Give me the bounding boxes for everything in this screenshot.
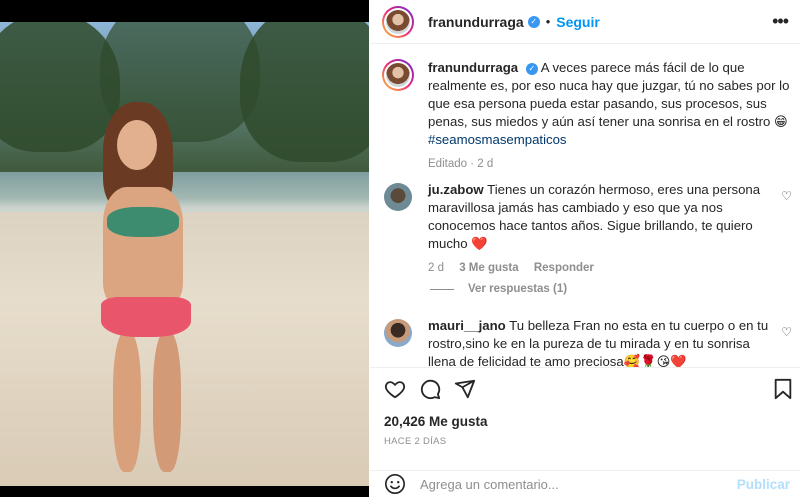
like-comment-heart-icon[interactable]: ♡ (781, 325, 792, 339)
person-figure (95, 102, 205, 482)
author-username[interactable]: franundurraga (428, 14, 524, 30)
commenter-avatar[interactable] (384, 183, 412, 211)
caption-hashtag[interactable]: #seamosmasempaticos (428, 132, 567, 147)
more-options-icon[interactable]: ••• (772, 12, 789, 30)
caption-username[interactable]: franundurraga (428, 60, 518, 75)
commenter-avatar[interactable] (384, 319, 412, 347)
action-bar (370, 367, 800, 413)
post-image[interactable] (0, 22, 369, 486)
likes-count[interactable]: 20,426 Me gusta (384, 414, 488, 429)
follow-button[interactable]: Seguir (556, 14, 600, 30)
comments-section[interactable]: franundurraga ✓ A veces parece más fácil… (370, 45, 800, 367)
comment-meta: 2 d 3 Me gusta Responder (428, 259, 778, 277)
like-comment-heart-icon[interactable]: ♡ (781, 189, 792, 203)
publish-button[interactable]: Publicar (737, 477, 790, 492)
comment-time: 2 d (428, 262, 444, 274)
palm-foliage (240, 22, 369, 162)
post-photo-container (0, 0, 369, 497)
comment-item: mauri__jano Tu belleza Fran no esta en t… (382, 317, 778, 367)
separator-dot: • (545, 14, 551, 29)
verified-icon: ✓ (527, 15, 540, 28)
replies-line (430, 288, 454, 290)
comment-icon[interactable] (419, 378, 441, 400)
post-header: franundurraga ✓ • Seguir ••• (370, 0, 800, 44)
add-comment-bar: Publicar (370, 470, 800, 497)
caption-avatar[interactable] (382, 59, 414, 91)
verified-icon: ✓ (525, 63, 538, 75)
emoji-icon[interactable] (384, 473, 406, 495)
view-replies-button[interactable]: Ver respuestas (1) (430, 283, 567, 295)
post-time-ago[interactable]: HACE 2 DÍAS (384, 436, 446, 447)
like-heart-icon[interactable] (384, 378, 406, 400)
reply-button[interactable]: Responder (534, 262, 594, 274)
view-replies-label: Ver respuestas (1) (468, 283, 568, 295)
comment-input[interactable] (420, 476, 737, 492)
comment-username[interactable]: mauri__jano (428, 318, 506, 333)
comment-item: ju.zabow Tienes un corazón hermoso, eres… (382, 181, 778, 277)
caption: franundurraga ✓ A veces parece más fácil… (382, 59, 790, 173)
author-avatar[interactable] (382, 5, 414, 38)
comment-username[interactable]: ju.zabow (428, 182, 484, 197)
comment-likes[interactable]: 3 Me gusta (459, 262, 518, 274)
save-bookmark-icon[interactable] (773, 378, 793, 400)
share-icon[interactable] (454, 378, 476, 400)
caption-meta: Editado · 2 d (428, 158, 494, 170)
post-side-panel: franundurraga ✓ • Seguir ••• franundurra… (370, 0, 800, 497)
